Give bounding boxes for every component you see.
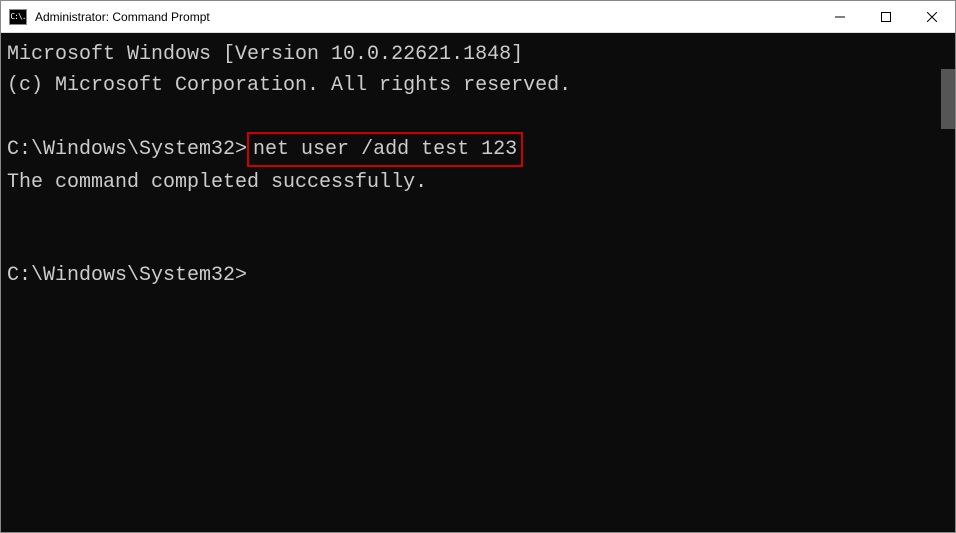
copyright-line: (c) Microsoft Corporation. All rights re… <box>7 74 571 97</box>
terminal-area[interactable]: Microsoft Windows [Version 10.0.22621.18… <box>1 33 955 532</box>
version-line: Microsoft Windows [Version 10.0.22621.18… <box>7 43 523 66</box>
vertical-scrollbar[interactable] <box>941 69 955 129</box>
window-titlebar: C:\. Administrator: Command Prompt <box>1 1 955 33</box>
prompt-2: C:\Windows\System32> <box>7 264 247 287</box>
command-highlight: net user /add test 123 <box>247 132 523 167</box>
maximize-button[interactable] <box>863 1 909 32</box>
cmd-icon: C:\. <box>9 9 27 25</box>
blank-line <box>7 101 955 132</box>
command-text: net user /add test 123 <box>253 138 517 161</box>
minimize-button[interactable] <box>817 1 863 32</box>
window-controls <box>817 1 955 32</box>
blank-line <box>7 198 955 229</box>
result-line: The command completed successfully. <box>7 171 427 194</box>
close-button[interactable] <box>909 1 955 32</box>
window-title: Administrator: Command Prompt <box>35 10 817 24</box>
terminal-content[interactable]: Microsoft Windows [Version 10.0.22621.18… <box>1 33 955 532</box>
prompt-1: C:\Windows\System32> <box>7 138 247 161</box>
